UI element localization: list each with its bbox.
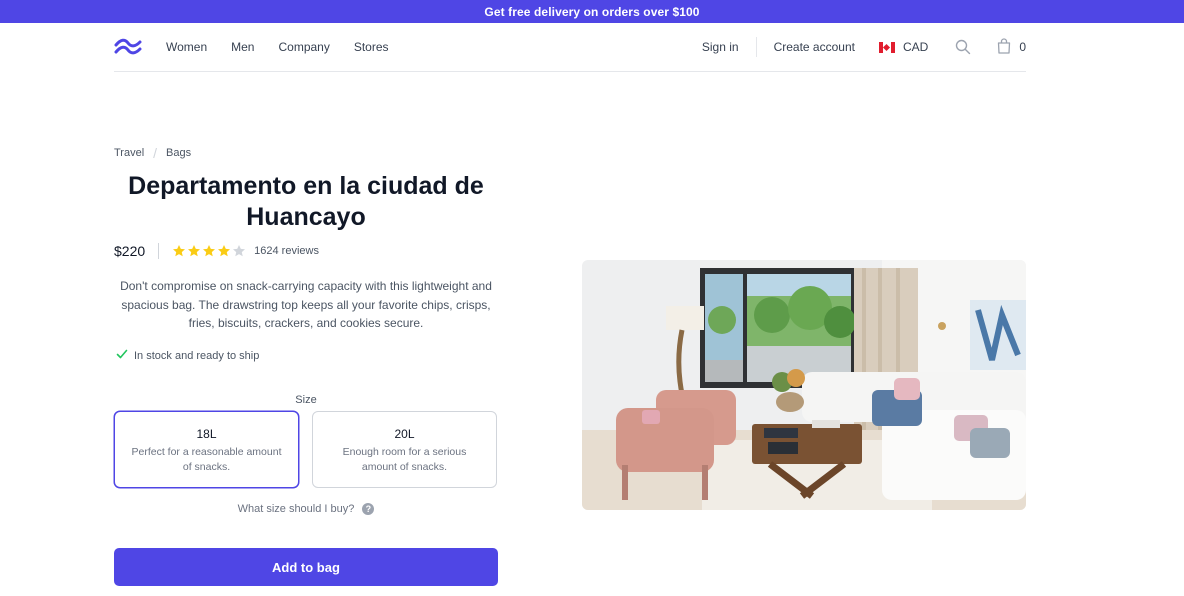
canada-flag-icon bbox=[878, 41, 895, 53]
product-title: Departamento en la ciudad de Huancayo bbox=[128, 172, 484, 231]
nav-link-men[interactable]: Men bbox=[231, 40, 254, 54]
size-help[interactable]: What size should I buy? ? bbox=[114, 503, 498, 515]
cart-button[interactable]: 0 bbox=[997, 37, 1026, 57]
star-filled-icon bbox=[217, 244, 231, 258]
add-to-bag-button[interactable]: Add to bag bbox=[114, 548, 498, 586]
price-divider bbox=[158, 243, 160, 259]
nav-divider bbox=[755, 37, 757, 57]
size-label: Size bbox=[295, 394, 317, 406]
shopping-bag-icon bbox=[997, 37, 1011, 57]
stock-status: In stock and ready to ship bbox=[116, 348, 259, 363]
breadcrumb-separator: / bbox=[153, 145, 158, 161]
product-price: $220 bbox=[114, 243, 146, 259]
star-filled-icon bbox=[187, 244, 201, 258]
promo-banner: Get free delivery on orders over $100 bbox=[0, 0, 1184, 23]
sign-in-link[interactable]: Sign in bbox=[702, 40, 739, 54]
currency-label: CAD bbox=[902, 40, 929, 54]
size-help-text: What size should I buy? bbox=[237, 503, 355, 515]
check-icon bbox=[116, 348, 128, 363]
size-option-18l[interactable]: 18L Perfect for a reasonable amount of s… bbox=[114, 411, 299, 488]
nav-links: Women Men Company Stores bbox=[166, 40, 389, 54]
reviews-count[interactable]: 1624 reviews bbox=[254, 245, 319, 257]
promo-text: Get free delivery on orders over $100 bbox=[484, 4, 700, 19]
product-description: Don't compromise on snack-carrying capac… bbox=[120, 279, 492, 330]
star-empty-icon bbox=[232, 244, 246, 258]
size-option-name: 20L bbox=[394, 427, 415, 441]
breadcrumb: Travel / Bags bbox=[114, 145, 191, 161]
create-account-link[interactable]: Create account bbox=[774, 40, 855, 54]
top-navigation: Women Men Company Stores Sign in Create … bbox=[114, 23, 1026, 72]
star-filled-icon bbox=[202, 244, 216, 258]
currency-selector[interactable]: CAD bbox=[878, 40, 929, 54]
nav-link-stores[interactable]: Stores bbox=[354, 40, 389, 54]
rating-stars bbox=[172, 244, 246, 258]
nav-actions: Sign in Create account CAD 0 bbox=[702, 37, 1026, 57]
product-image bbox=[582, 260, 1026, 510]
question-circle-icon: ? bbox=[362, 503, 375, 515]
size-option-description: Perfect for a reasonable amount of snack… bbox=[131, 446, 282, 473]
size-option-name: 18L bbox=[196, 427, 217, 441]
brand-logo-icon[interactable] bbox=[114, 37, 142, 57]
stock-text: In stock and ready to ship bbox=[134, 349, 260, 362]
star-filled-icon bbox=[172, 244, 186, 258]
nav-link-women[interactable]: Women bbox=[166, 40, 207, 54]
search-icon[interactable] bbox=[955, 39, 971, 55]
breadcrumb-bags[interactable]: Bags bbox=[166, 147, 191, 159]
cart-count: 0 bbox=[1019, 40, 1026, 54]
size-option-20l[interactable]: 20L Enough room for a serious amount of … bbox=[312, 411, 497, 488]
breadcrumb-travel[interactable]: Travel bbox=[114, 147, 144, 159]
size-option-description: Enough room for a serious amount of snac… bbox=[342, 446, 467, 473]
nav-link-company[interactable]: Company bbox=[278, 40, 329, 54]
price-rating-row: $220 1624 reviews bbox=[114, 243, 319, 259]
